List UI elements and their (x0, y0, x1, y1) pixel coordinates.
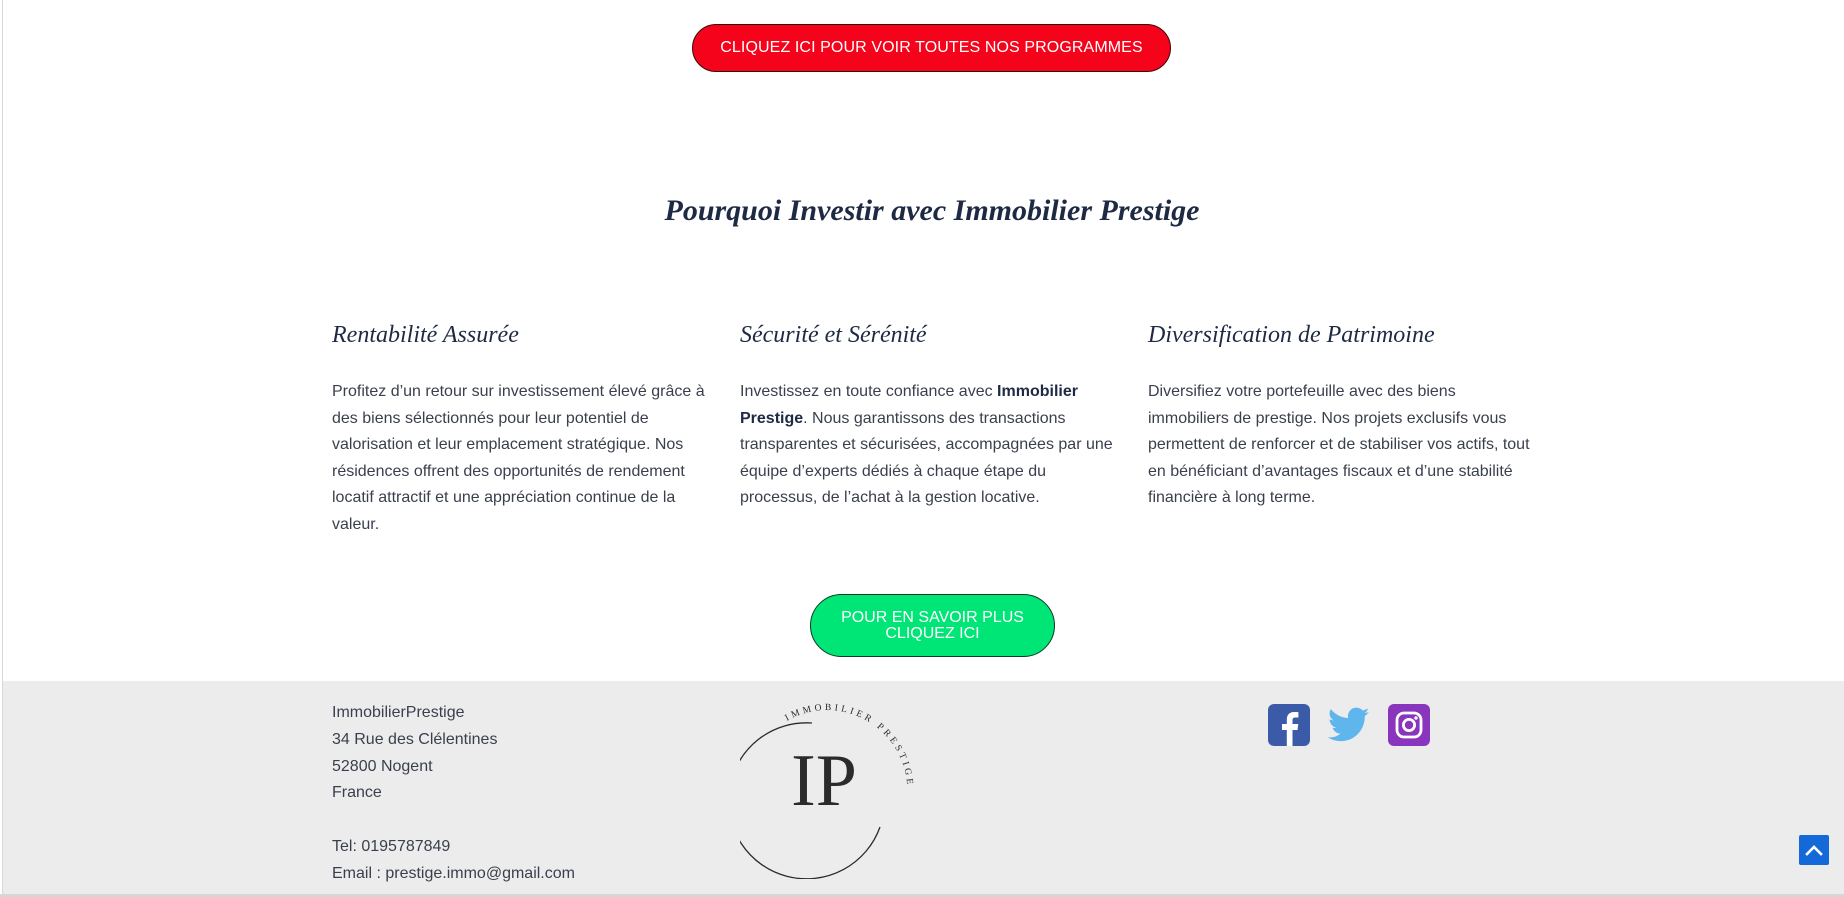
phone-number: Tel: 0195787849 (332, 838, 451, 856)
learn-more-line2: CLIQUEZ ICI (885, 624, 980, 642)
footer-address: ImmobilierPrestige 34 Rue des Clélentine… (332, 700, 575, 888)
email-address: Email : prestige.immo@gmail.com (332, 864, 575, 882)
city-address: 52800 Nogent (332, 757, 433, 775)
country: France (332, 784, 382, 802)
facebook-icon[interactable] (1268, 704, 1310, 746)
footer: ImmobilierPrestige 34 Rue des Clélentine… (3, 681, 1844, 894)
learn-more-button[interactable]: POUR EN SAVOIR PLUS CLIQUEZ ICI (810, 594, 1055, 657)
instagram-icon[interactable] (1388, 704, 1430, 746)
feature-title: Rentabilité Assurée (332, 322, 519, 348)
feature-text: Investissez en toute confiance avec Immo… (740, 379, 1125, 512)
feature-text-before: Investissez en toute confiance avec (740, 383, 998, 400)
feature-title: Sécurité et Sérénité (740, 322, 927, 348)
address-spacer (332, 807, 575, 834)
section-title: Pourquoi Investir avec Immobilier Presti… (664, 194, 1200, 227)
feature-text: Profitez d’un retour sur investissement … (332, 383, 705, 533)
feature-rentabilite: Rentabilité Assurée Profitez d’un retour… (332, 318, 717, 538)
company-logo: IMMOBILIER PRESTIGE IP (740, 703, 911, 879)
feature-diversification: Diversification de Patrimoine Diversifie… (1148, 318, 1533, 512)
street-address: 34 Rue des Clélentines (332, 730, 498, 748)
feature-securite: Sécurité et Sérénité Investissez en tout… (740, 318, 1125, 512)
learn-more-line1: POUR EN SAVOIR PLUS (841, 608, 1024, 626)
company-name: ImmobilierPrestige (332, 704, 465, 721)
scroll-to-top-button[interactable] (1799, 835, 1829, 865)
feature-text: Diversifiez votre portefeuille avec des … (1148, 383, 1530, 506)
twitter-icon[interactable] (1328, 704, 1370, 746)
feature-title: Diversification de Patrimoine (1148, 322, 1435, 348)
view-all-programs-button[interactable]: CLIQUEZ ICI POUR VOIR TOUTES NOS PROGRAM… (692, 24, 1171, 72)
chevron-up-icon (1805, 845, 1823, 856)
logo-initials: IP (791, 740, 857, 822)
